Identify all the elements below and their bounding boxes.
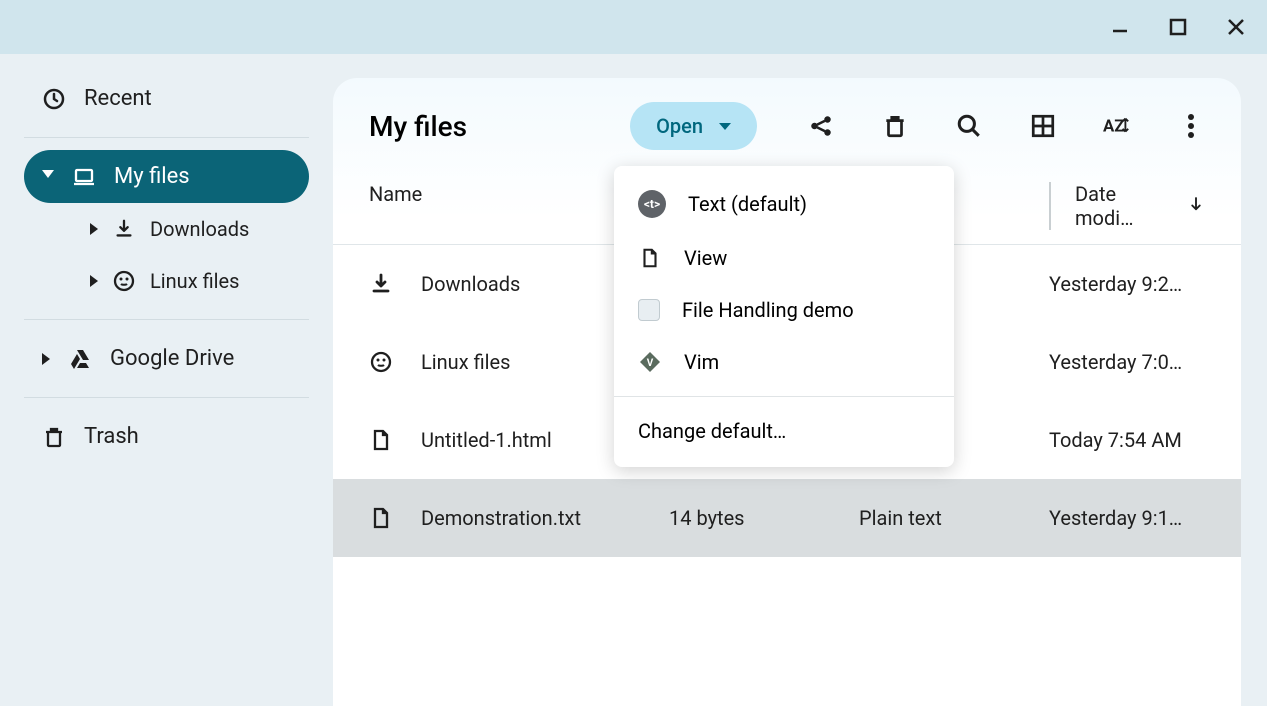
file-size: 14 bytes [669, 506, 859, 530]
expand-icon [42, 353, 50, 365]
search-icon[interactable] [955, 112, 983, 140]
open-with-menu: <t> Text (default) View File Handling de… [614, 166, 954, 467]
sidebar-item-trash[interactable]: Trash [24, 410, 309, 463]
maximize-button[interactable] [1165, 14, 1191, 40]
app-icon [638, 299, 660, 321]
penguin-icon [369, 350, 393, 374]
open-label: Open [656, 114, 703, 138]
sidebar-item-recent[interactable]: Recent [24, 72, 309, 125]
file-name: Linux files [421, 350, 510, 374]
file-name: Downloads [421, 272, 520, 296]
expand-icon [90, 275, 98, 287]
window-titlebar [0, 0, 1267, 54]
close-button[interactable] [1223, 14, 1249, 40]
sort-az-icon[interactable]: AZ [1103, 112, 1131, 140]
file-icon [638, 246, 662, 270]
clock-icon [42, 87, 66, 111]
delete-icon[interactable] [881, 112, 909, 140]
sidebar-item-myfiles[interactable]: My files [24, 150, 309, 203]
drive-icon [68, 347, 92, 371]
sidebar-item-linux[interactable]: Linux files [72, 255, 309, 307]
sidebar: Recent My files Downloads Linux files [0, 54, 333, 706]
open-button[interactable]: Open [630, 102, 757, 150]
sidebar-label: Recent [84, 86, 152, 111]
file-name: Untitled-1.html [421, 428, 552, 452]
header-date[interactable]: Date modi… [1049, 182, 1205, 230]
svg-text:V: V [647, 358, 654, 369]
file-row[interactable]: Demonstration.txt 14 bytesPlain textYeste… [333, 479, 1241, 557]
file-type: Plain text [859, 506, 1049, 530]
minimize-button[interactable] [1107, 14, 1133, 40]
chevron-down-icon [719, 123, 731, 130]
download-icon [112, 217, 136, 241]
more-icon[interactable] [1177, 112, 1205, 140]
menu-divider [614, 396, 954, 397]
file-date: Yesterday 9:2… [1049, 272, 1205, 296]
trash-icon [42, 425, 66, 449]
expand-icon [90, 223, 98, 235]
menu-item-text-default[interactable]: <t> Text (default) [614, 176, 954, 232]
menu-item-vim[interactable]: V Vim [614, 336, 954, 388]
file-date: Yesterday 7:0… [1049, 350, 1205, 374]
file-icon [369, 506, 393, 530]
svg-text:AZ: AZ [1103, 117, 1124, 137]
penguin-icon [112, 269, 136, 293]
sidebar-label: Trash [84, 424, 139, 449]
laptop-icon [72, 165, 96, 189]
sidebar-label: My files [114, 164, 190, 189]
sidebar-item-drive[interactable]: Google Drive [24, 332, 309, 385]
file-date: Today 7:54 AM [1049, 428, 1205, 452]
expand-icon [42, 170, 54, 184]
file-name: Demonstration.txt [421, 506, 581, 530]
toolbar: My files Open AZ [333, 78, 1241, 164]
text-app-icon: <t> [638, 190, 666, 218]
menu-item-change-default[interactable]: Change default… [614, 405, 954, 457]
vim-icon: V [638, 350, 662, 374]
sidebar-label: Google Drive [110, 346, 234, 371]
sidebar-label: Downloads [150, 217, 249, 241]
share-icon[interactable] [807, 112, 835, 140]
menu-item-file-handling[interactable]: File Handling demo [614, 284, 954, 336]
download-icon [369, 272, 393, 296]
sidebar-item-downloads[interactable]: Downloads [72, 203, 309, 255]
menu-item-view[interactable]: View [614, 232, 954, 284]
grid-view-icon[interactable] [1029, 112, 1057, 140]
page-title: My files [369, 110, 467, 143]
sort-desc-icon [1187, 194, 1205, 218]
file-date: Yesterday 9:1… [1049, 506, 1205, 530]
file-icon [369, 428, 393, 452]
sidebar-label: Linux files [150, 269, 239, 293]
